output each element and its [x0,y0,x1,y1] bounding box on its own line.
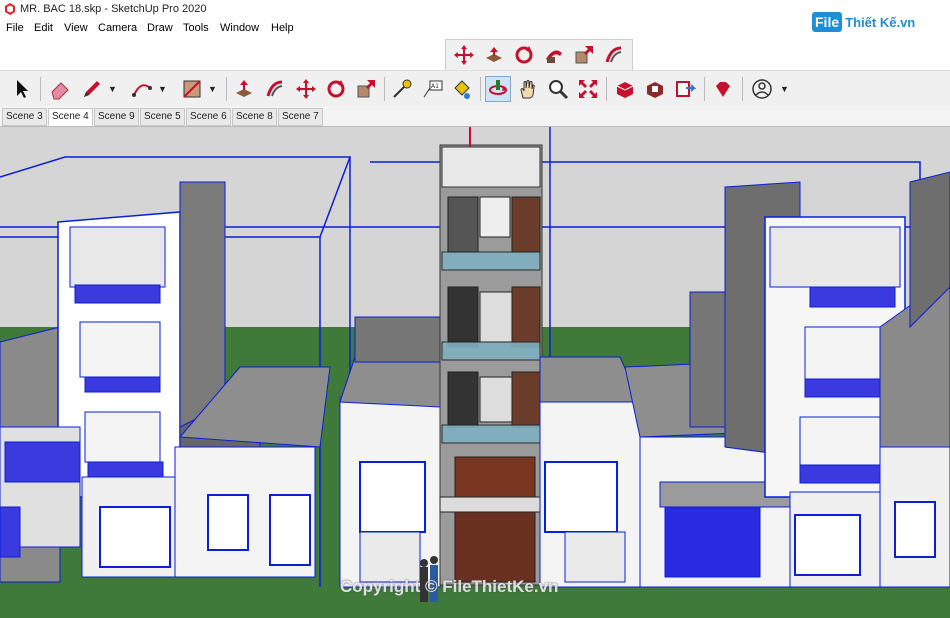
svg-text:A1: A1 [431,83,439,90]
sketchup-icon [5,3,15,15]
menu-bar: File Edit View Camera Draw Tools Window … [0,20,950,38]
pencil-line-icon[interactable] [80,77,104,101]
tape-measure-icon[interactable] [390,77,414,101]
orbit-icon[interactable] [485,76,511,102]
move-icon[interactable] [452,43,476,67]
3d-warehouse-icon[interactable] [613,77,637,101]
offset-tool-icon[interactable] [263,77,287,101]
scale-tool-icon[interactable] [354,77,378,101]
rotate-icon[interactable] [512,43,536,67]
rectangle-icon[interactable] [180,77,204,101]
model-scene [0,127,950,618]
site-logo: File Thiết Kế.vn [812,12,915,36]
arc-icon[interactable] [130,77,154,101]
toolbar-separator [704,77,705,101]
send-to-layout-icon[interactable] [673,77,697,101]
menu-edit[interactable]: Edit [34,22,53,34]
logo-text: Thiết Kế.vn [845,15,916,30]
select-arrow-icon[interactable] [10,77,34,101]
ruby-console-icon[interactable] [711,77,735,101]
toolbar-separator [742,77,743,101]
tab-scene-3[interactable]: Scene 3 [2,108,47,126]
tab-scene-8[interactable]: Scene 8 [232,108,277,126]
tab-scene-6[interactable]: Scene 6 [186,108,231,126]
push-pull-icon[interactable] [482,43,506,67]
paint-bucket-icon[interactable] [450,77,474,101]
user-account-icon[interactable] [750,77,774,101]
follow-me-icon[interactable] [542,43,566,67]
move-tool-icon[interactable] [294,77,318,101]
toolbar-separator [384,77,385,101]
copyright-watermark: Copyright © FileThietKe.vn [340,577,559,596]
push-pull-tool-icon[interactable] [232,77,256,101]
rotate-tool-icon[interactable] [324,77,348,101]
pan-hand-icon[interactable] [516,77,540,101]
camera-toolbar [445,39,633,71]
toolbar-separator [480,77,481,101]
center-building [339,144,641,588]
tab-scene-5[interactable]: Scene 5 [140,108,185,126]
left-building [0,181,331,583]
tab-scene-7[interactable]: Scene 7 [278,108,323,126]
tab-scene-4[interactable]: Scene 4 [48,108,93,126]
menu-window[interactable]: Window [220,22,259,34]
arc-dropdown-icon[interactable]: ▼ [158,84,168,94]
rectangle-dropdown-icon[interactable]: ▼ [208,84,218,94]
eraser-icon[interactable] [48,77,72,101]
offset-icon[interactable] [602,43,626,67]
menu-camera[interactable]: Camera [98,22,137,34]
toolbar-separator [226,77,227,101]
account-dropdown-icon[interactable]: ▼ [780,84,790,94]
title-bar: MR. BAC 18.skp - SketchUp Pro 2020 [0,0,950,20]
scale-icon[interactable] [572,43,596,67]
menu-draw[interactable]: Draw [147,22,173,34]
scene-tabs: Scene 3 Scene 4 Scene 9 Scene 5 Scene 6 … [0,106,950,127]
window-title: MR. BAC 18.skp - SketchUp Pro 2020 [20,3,207,15]
pencil-dropdown-icon[interactable]: ▼ [108,84,118,94]
toolbar-separator [40,77,41,101]
logo-prefix: File [812,12,843,32]
zoom-icon[interactable] [546,77,570,101]
text-label-icon[interactable]: A1 [420,77,444,101]
extension-warehouse-icon[interactable] [643,77,667,101]
main-toolbar: ▼ ▼ ▼ A1 ▼ [0,70,950,108]
zoom-extents-icon[interactable] [576,77,600,101]
menu-help[interactable]: Help [271,22,294,34]
model-viewport[interactable] [0,127,950,618]
menu-file[interactable]: File [6,22,24,34]
menu-view[interactable]: View [64,22,88,34]
toolbar-separator [606,77,607,101]
right-building [624,171,950,588]
tab-scene-9[interactable]: Scene 9 [94,108,139,126]
menu-tools[interactable]: Tools [183,22,209,34]
